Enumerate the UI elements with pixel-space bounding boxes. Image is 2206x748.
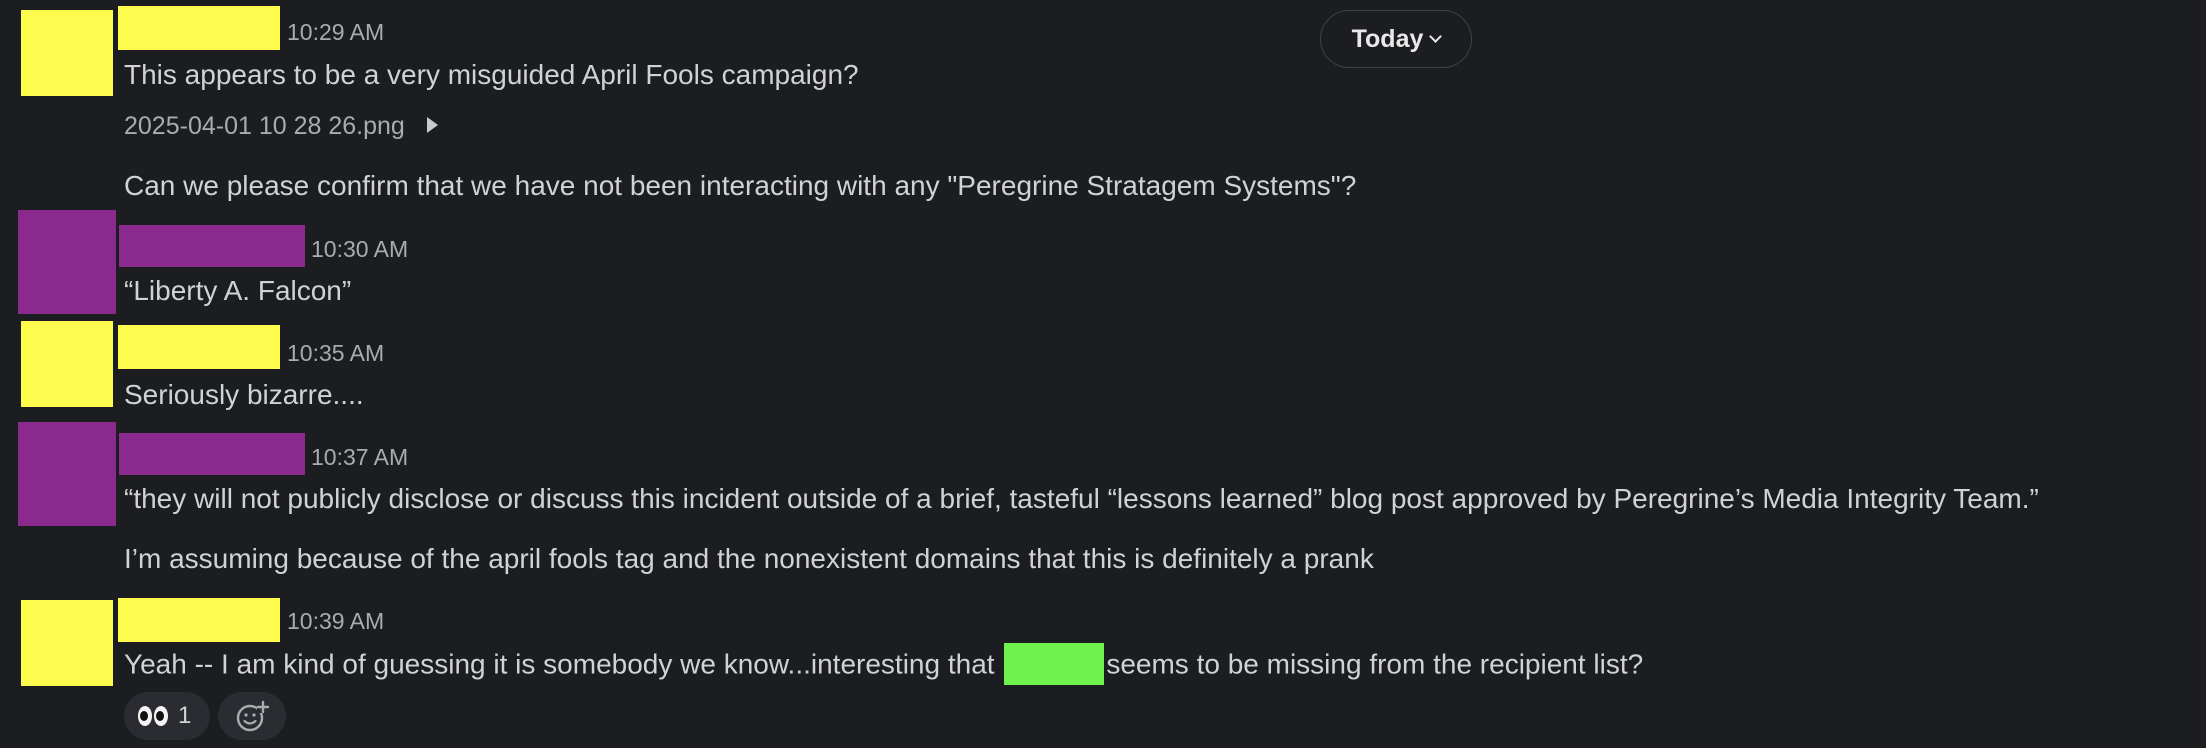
avatar[interactable]: [18, 422, 116, 526]
file-attachment[interactable]: 2025-04-01 10 28 26.png: [124, 110, 438, 142]
avatar[interactable]: [21, 321, 113, 407]
message-text: Can we please confirm that we have not b…: [124, 170, 1357, 201]
expand-triangle-icon[interactable]: [426, 117, 438, 134]
sender-name-redacted[interactable]: [119, 433, 305, 475]
message-timestamp[interactable]: 10:30 AM: [311, 235, 408, 263]
chevron-down-icon: [1429, 29, 1443, 43]
message-text: I’m assuming because of the april fools …: [124, 543, 1374, 574]
today-label: Today: [1351, 24, 1424, 53]
message-timestamp[interactable]: 10:35 AM: [287, 339, 384, 367]
avatar[interactable]: [21, 600, 113, 686]
sender-name-redacted[interactable]: [118, 598, 280, 642]
eyes-emoji-icon: [138, 706, 168, 726]
avatar[interactable]: [21, 10, 113, 96]
sender-name-redacted[interactable]: [118, 325, 280, 369]
reaction-eyes[interactable]: 1: [124, 692, 210, 740]
add-emoji-icon: [236, 700, 269, 732]
message-text: “Liberty A. Falcon”: [124, 275, 352, 306]
avatar[interactable]: [18, 210, 116, 314]
redacted-name-highlight: [1004, 643, 1105, 685]
message-text-before: Yeah -- I am kind of guessing it is some…: [124, 648, 995, 680]
today-date-pill[interactable]: Today: [1320, 10, 1472, 68]
message-text: “they will not publicly disclose or disc…: [124, 483, 2039, 514]
message-timestamp[interactable]: 10:37 AM: [311, 443, 408, 471]
attachment-filename: 2025-04-01 10 28 26.png: [124, 112, 405, 140]
message-text: This appears to be a very misguided Apri…: [124, 59, 859, 90]
sender-name-redacted[interactable]: [118, 6, 280, 50]
message-text: Yeah -- I am kind of guessing it is some…: [124, 643, 1644, 687]
message-timestamp[interactable]: 10:39 AM: [287, 607, 384, 635]
sender-name-redacted[interactable]: [119, 225, 305, 267]
message-text-after: seems to be missing from the recipient l…: [1106, 648, 1644, 680]
reaction-count: 1: [178, 702, 192, 729]
message-timestamp[interactable]: 10:29 AM: [287, 18, 384, 46]
message-text: Seriously bizarre....: [124, 379, 364, 410]
add-reaction-button[interactable]: [218, 692, 286, 740]
